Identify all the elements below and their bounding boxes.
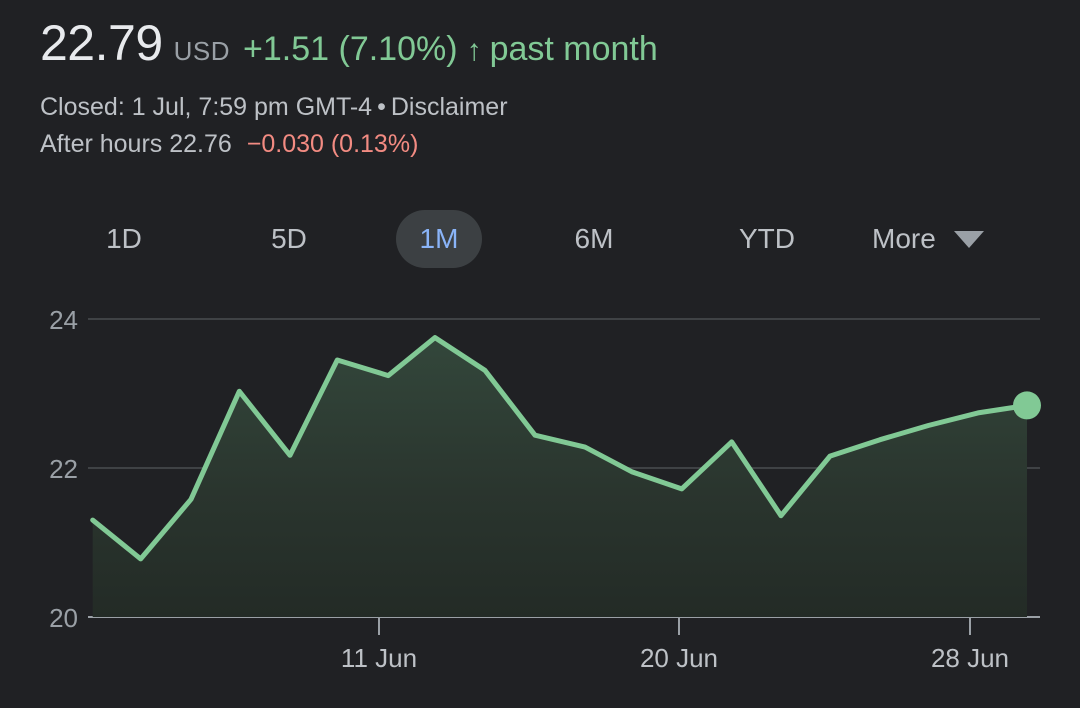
price-chart[interactable]: 24 22 20 11 Jun 20 Jun 28 Jun [0, 290, 1080, 690]
change-period: past month [489, 30, 658, 68]
closed-timestamp: Closed: 1 Jul, 7:59 pm GMT-4 [40, 93, 373, 121]
x-axis-labels: 11 Jun 20 Jun 28 Jun [341, 643, 1009, 673]
tab-1m[interactable]: 1M [396, 210, 482, 268]
latest-price-marker [1013, 391, 1041, 420]
time-range-tabs: 1D 5D 1M 6M YTD More [40, 210, 1040, 272]
disclaimer-link[interactable]: Disclaimer [391, 93, 508, 121]
chevron-down-icon [953, 230, 984, 248]
price-summary: 22.79 USD +1.51 (7.10%) ↑ past month [40, 18, 658, 68]
bullet-separator: • [377, 93, 386, 121]
after-hours-price: 22.76 [169, 130, 232, 158]
y-tick-label: 24 [49, 305, 78, 335]
y-axis-labels: 24 22 20 [49, 305, 78, 633]
tab-ytd[interactable]: YTD [725, 210, 809, 268]
more-ranges-button[interactable]: More [860, 210, 1020, 268]
stock-quote-panel: 22.79 USD +1.51 (7.10%) ↑ past month Clo… [0, 0, 1080, 708]
y-tick-label: 22 [49, 454, 78, 484]
arrow-up-icon: ↑ [466, 34, 482, 67]
current-price: 22.79 [40, 15, 163, 71]
price-change: +1.51 (7.10%) [243, 30, 458, 68]
x-axis-ticks [378, 617, 971, 635]
currency-label: USD [173, 36, 231, 66]
x-tick-label: 11 Jun [341, 643, 417, 673]
y-tick-label: 20 [49, 603, 78, 633]
x-tick-label: 28 Jun [931, 643, 1009, 673]
x-tick-label: 20 Jun [640, 643, 718, 673]
after-hours-change: −0.030 (0.13%) [246, 130, 419, 158]
price-chart-svg[interactable]: 24 22 20 11 Jun 20 Jun 28 Jun [0, 290, 1080, 690]
after-hours-line: After hours 22.76 −0.030 (0.13%) [40, 130, 418, 159]
tab-5d[interactable]: 5D [255, 210, 323, 268]
tab-1d[interactable]: 1D [90, 210, 158, 268]
more-label: More [872, 223, 936, 254]
market-status-line: Closed: 1 Jul, 7:59 pm GMT-4 • Disclaimer [40, 93, 508, 122]
after-hours-label: After hours [40, 130, 163, 158]
chart-area-fill [92, 337, 1027, 617]
tab-6m[interactable]: 6M [558, 210, 630, 268]
